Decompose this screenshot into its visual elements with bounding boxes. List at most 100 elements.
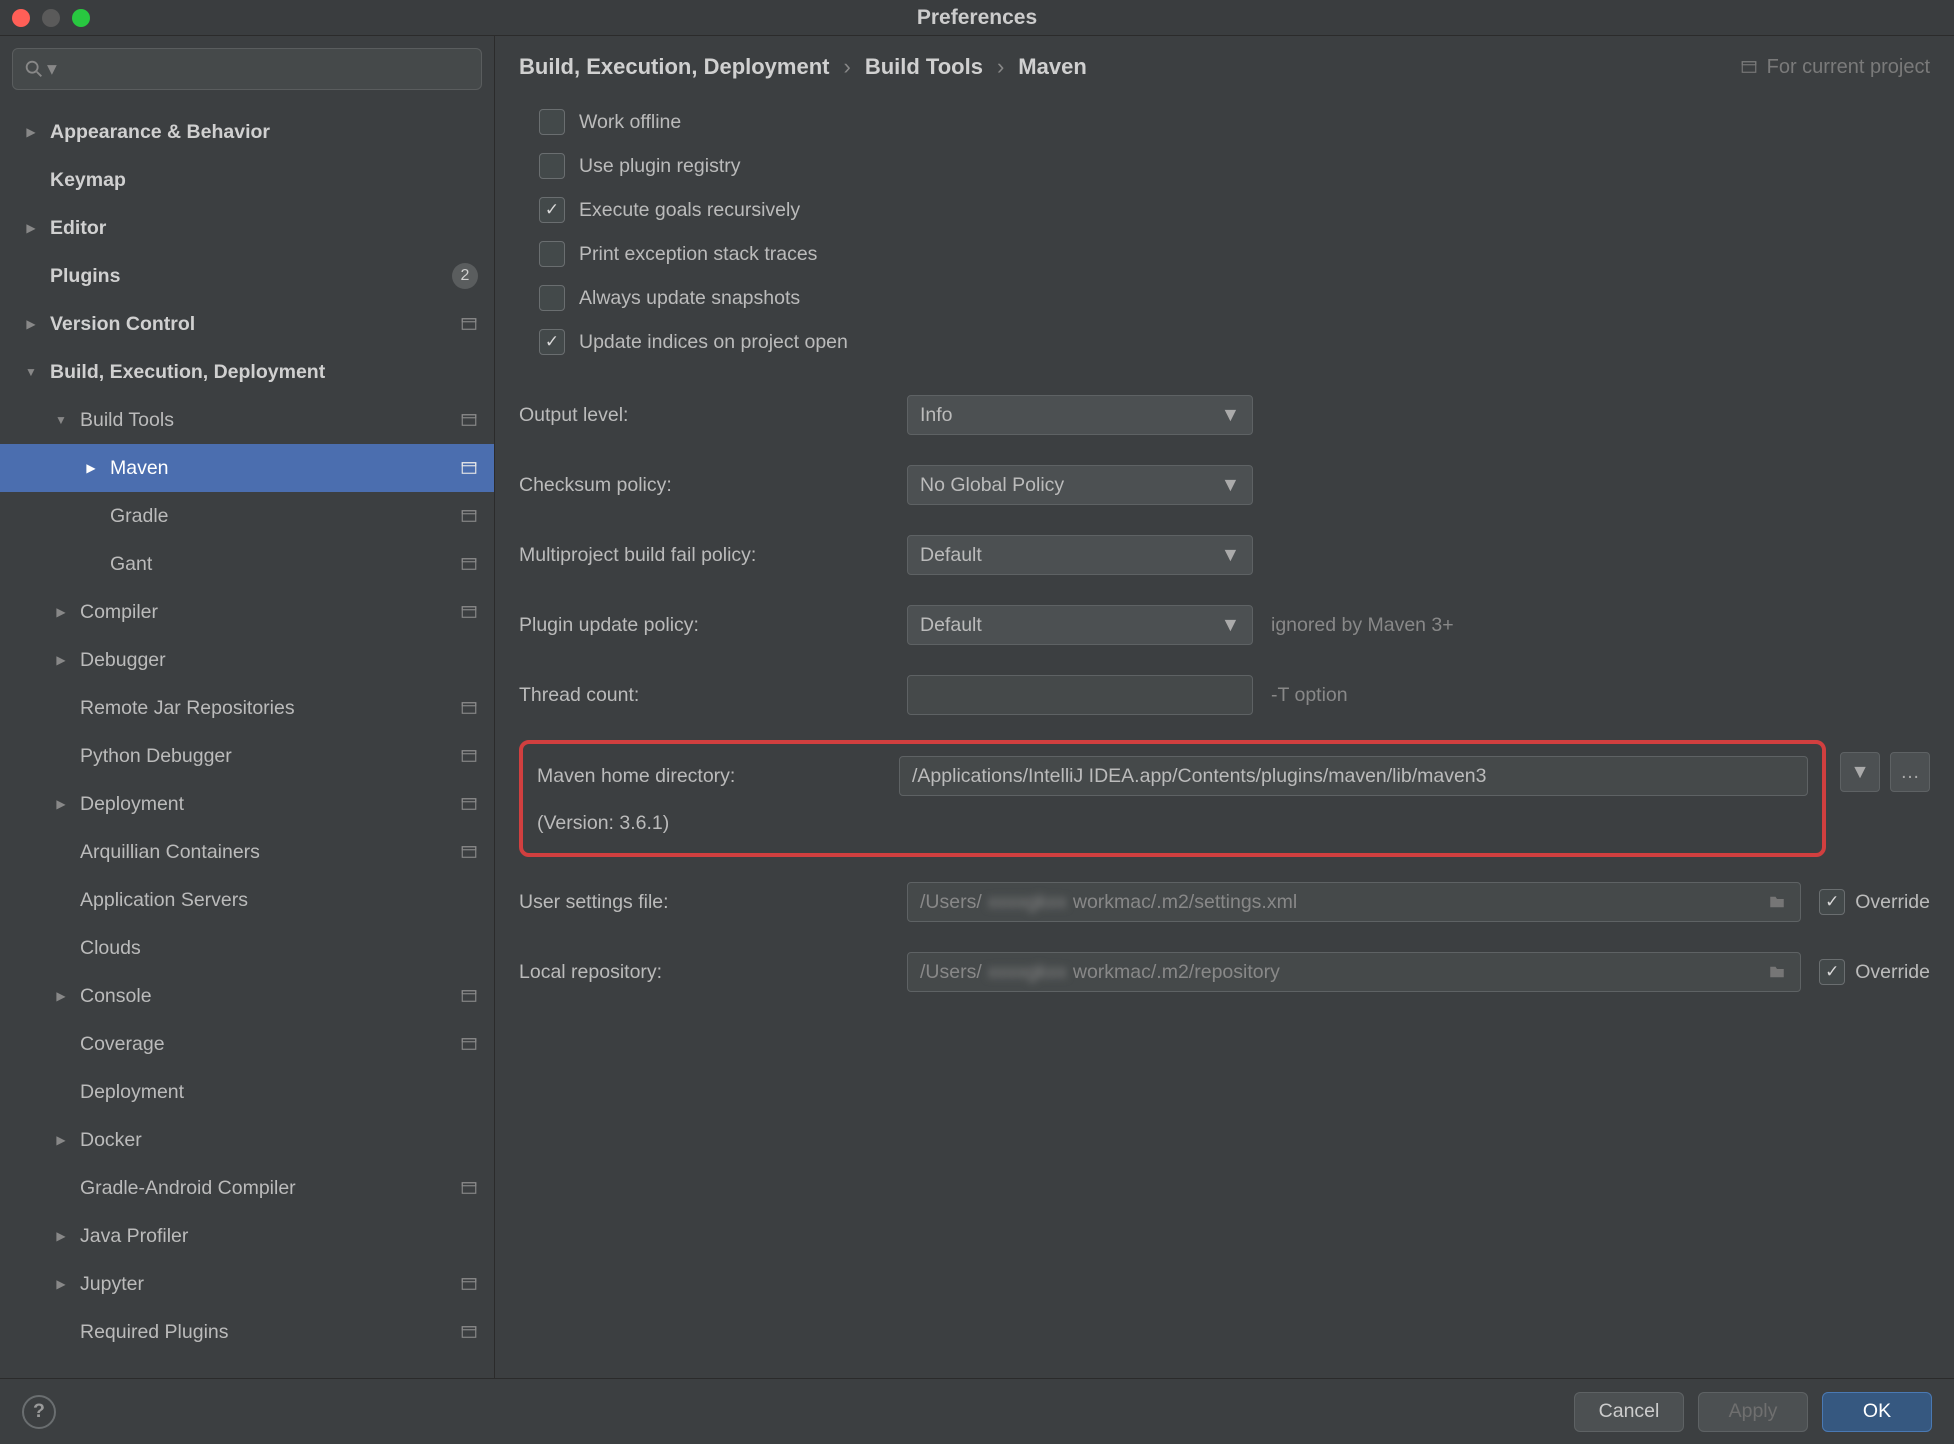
sidebar-item-compiler[interactable]: ▶Compiler bbox=[0, 588, 494, 636]
search-icon bbox=[23, 58, 45, 80]
project-scope-icon bbox=[456, 840, 482, 864]
close-window-button[interactable] bbox=[12, 9, 30, 27]
sidebar-item-label: Java Profiler bbox=[80, 1225, 482, 1248]
checkbox-print-exception-stack-traces[interactable] bbox=[539, 241, 565, 267]
crumb-1[interactable]: Build Tools bbox=[865, 54, 983, 80]
content-area: Build, Execution, Deployment › Build Too… bbox=[495, 36, 1954, 1378]
settings-tree: ▶Appearance & BehaviorKeymap▶EditorPlugi… bbox=[0, 102, 494, 1378]
chevron-down-icon: ▼ bbox=[1850, 761, 1869, 784]
sidebar-item-build-tools[interactable]: ▼Build Tools bbox=[0, 396, 494, 444]
user-settings-override-checkbox[interactable] bbox=[1819, 889, 1845, 915]
maven-home-label: Maven home directory: bbox=[537, 765, 881, 788]
sidebar-item-editor[interactable]: ▶Editor bbox=[0, 204, 494, 252]
local-repository-override-checkbox[interactable] bbox=[1819, 959, 1845, 985]
zoom-window-button[interactable] bbox=[72, 9, 90, 27]
breadcrumb: Build, Execution, Deployment › Build Too… bbox=[495, 36, 1954, 94]
sidebar-item-java-profiler[interactable]: ▶ Java Profiler bbox=[0, 1212, 494, 1260]
chevron-right-icon: ▶ bbox=[22, 123, 40, 141]
help-button[interactable]: ? bbox=[22, 1395, 56, 1429]
checkbox-use-plugin-registry[interactable] bbox=[539, 153, 565, 179]
sidebar-item-gradle[interactable]: Gradle bbox=[0, 492, 494, 540]
sidebar-item-label: Debugger bbox=[80, 649, 482, 672]
sidebar-item-deployment[interactable]: Deployment bbox=[0, 1068, 494, 1116]
maven-home-browse-button[interactable]: … bbox=[1890, 752, 1930, 792]
sidebar-item-docker[interactable]: ▶Docker bbox=[0, 1116, 494, 1164]
sidebar-item-label: Build, Execution, Deployment bbox=[50, 361, 482, 384]
checkbox-work-offline[interactable] bbox=[539, 109, 565, 135]
project-icon bbox=[1739, 58, 1759, 76]
sidebar-item-label: Gradle-Android Compiler bbox=[80, 1177, 456, 1200]
sidebar-item-label: Keymap bbox=[50, 169, 482, 192]
plugin-update-policy-select[interactable]: Default ▼ bbox=[907, 605, 1253, 645]
sidebar-item-coverage[interactable]: Coverage bbox=[0, 1020, 494, 1068]
spacer-icon bbox=[52, 1179, 70, 1197]
sidebar-item-label: Plugins bbox=[50, 265, 452, 288]
chevron-down-icon: ▼ bbox=[1221, 474, 1240, 497]
sidebar-item-remote-jar-repositories[interactable]: Remote Jar Repositories bbox=[0, 684, 494, 732]
window-controls bbox=[12, 9, 90, 27]
sidebar-item-label: Gant bbox=[110, 553, 456, 576]
sidebar-item-label: Maven bbox=[110, 457, 456, 480]
sidebar-item-application-servers[interactable]: Application Servers bbox=[0, 876, 494, 924]
thread-count-input[interactable] bbox=[907, 675, 1253, 715]
spacer-icon bbox=[52, 843, 70, 861]
chevron-down-icon: ▼ bbox=[1221, 404, 1240, 427]
search-input[interactable]: ▾ bbox=[12, 48, 482, 90]
checkbox-update-indices-on-project-open[interactable] bbox=[539, 329, 565, 355]
sidebar-item-arquillian-containers[interactable]: Arquillian Containers bbox=[0, 828, 494, 876]
user-settings-file-input[interactable]: /Users/xxxxgkxxworkmac/.m2/settings.xml bbox=[907, 882, 1801, 922]
folder-icon[interactable] bbox=[1766, 963, 1788, 981]
spacer-icon bbox=[82, 555, 100, 573]
maven-home-input[interactable]: /Applications/IntelliJ IDEA.app/Contents… bbox=[899, 756, 1808, 796]
for-current-project-label: For current project bbox=[1739, 56, 1930, 79]
minimize-window-button[interactable] bbox=[42, 9, 60, 27]
sidebar-item-gradle-android-compiler[interactable]: Gradle-Android Compiler bbox=[0, 1164, 494, 1212]
ok-button[interactable]: OK bbox=[1822, 1392, 1932, 1432]
maven-home-dropdown-button[interactable]: ▼ bbox=[1840, 752, 1880, 792]
project-scope-icon bbox=[456, 1320, 482, 1344]
user-settings-override-label: Override bbox=[1855, 891, 1930, 914]
checkbox-execute-goals-recursively[interactable] bbox=[539, 197, 565, 223]
spacer-icon bbox=[22, 171, 40, 189]
output-level-select[interactable]: Info ▼ bbox=[907, 395, 1253, 435]
apply-button[interactable]: Apply bbox=[1698, 1392, 1808, 1432]
sidebar-item-console[interactable]: ▶Console bbox=[0, 972, 494, 1020]
local-repository-input[interactable]: /Users/xxxxgkxxworkmac/.m2/repository bbox=[907, 952, 1801, 992]
checkbox-label: Print exception stack traces bbox=[579, 243, 817, 266]
multiproject-policy-select[interactable]: Default ▼ bbox=[907, 535, 1253, 575]
sidebar-item-required-plugins[interactable]: Required Plugins bbox=[0, 1308, 494, 1356]
folder-icon[interactable] bbox=[1766, 893, 1788, 911]
sidebar-item-appearance-behavior[interactable]: ▶Appearance & Behavior bbox=[0, 108, 494, 156]
chevron-right-icon: ▶ bbox=[52, 1227, 70, 1245]
sidebar-item-label: Arquillian Containers bbox=[80, 841, 456, 864]
chevron-down-icon: ▼ bbox=[22, 363, 40, 381]
crumb-0[interactable]: Build, Execution, Deployment bbox=[519, 54, 829, 80]
project-scope-icon bbox=[456, 984, 482, 1008]
crumb-2[interactable]: Maven bbox=[1018, 54, 1086, 80]
sidebar-item-version-control[interactable]: ▶Version Control bbox=[0, 300, 494, 348]
sidebar-item-plugins[interactable]: Plugins2 bbox=[0, 252, 494, 300]
checkbox-always-update-snapshots[interactable] bbox=[539, 285, 565, 311]
sidebar-item-maven[interactable]: ▶Maven bbox=[0, 444, 494, 492]
sidebar-item-label: Coverage bbox=[80, 1033, 456, 1056]
sidebar-item-python-debugger[interactable]: Python Debugger bbox=[0, 732, 494, 780]
local-repository-label: Local repository: bbox=[519, 961, 889, 984]
sidebar-item-clouds[interactable]: Clouds bbox=[0, 924, 494, 972]
sidebar-item-gant[interactable]: Gant bbox=[0, 540, 494, 588]
multiproject-policy-label: Multiproject build fail policy: bbox=[519, 544, 889, 567]
project-scope-icon bbox=[456, 1032, 482, 1056]
checkbox-label: Update indices on project open bbox=[579, 331, 848, 354]
checkbox-row: Update indices on project open bbox=[539, 320, 1930, 364]
cancel-button[interactable]: Cancel bbox=[1574, 1392, 1684, 1432]
checksum-policy-label: Checksum policy: bbox=[519, 474, 889, 497]
spacer-icon bbox=[52, 747, 70, 765]
plugin-update-policy-label: Plugin update policy: bbox=[519, 614, 889, 637]
checksum-policy-select[interactable]: No Global Policy ▼ bbox=[907, 465, 1253, 505]
sidebar-item-deployment[interactable]: ▶Deployment bbox=[0, 780, 494, 828]
chevron-down-icon: ▼ bbox=[52, 411, 70, 429]
sidebar-item-jupyter[interactable]: ▶Jupyter bbox=[0, 1260, 494, 1308]
sidebar-item-debugger[interactable]: ▶Debugger bbox=[0, 636, 494, 684]
sidebar-item-build-execution-deployment[interactable]: ▼ Build, Execution, Deployment bbox=[0, 348, 494, 396]
sidebar-item-keymap[interactable]: Keymap bbox=[0, 156, 494, 204]
sidebar-item-label: Jupyter bbox=[80, 1273, 456, 1296]
